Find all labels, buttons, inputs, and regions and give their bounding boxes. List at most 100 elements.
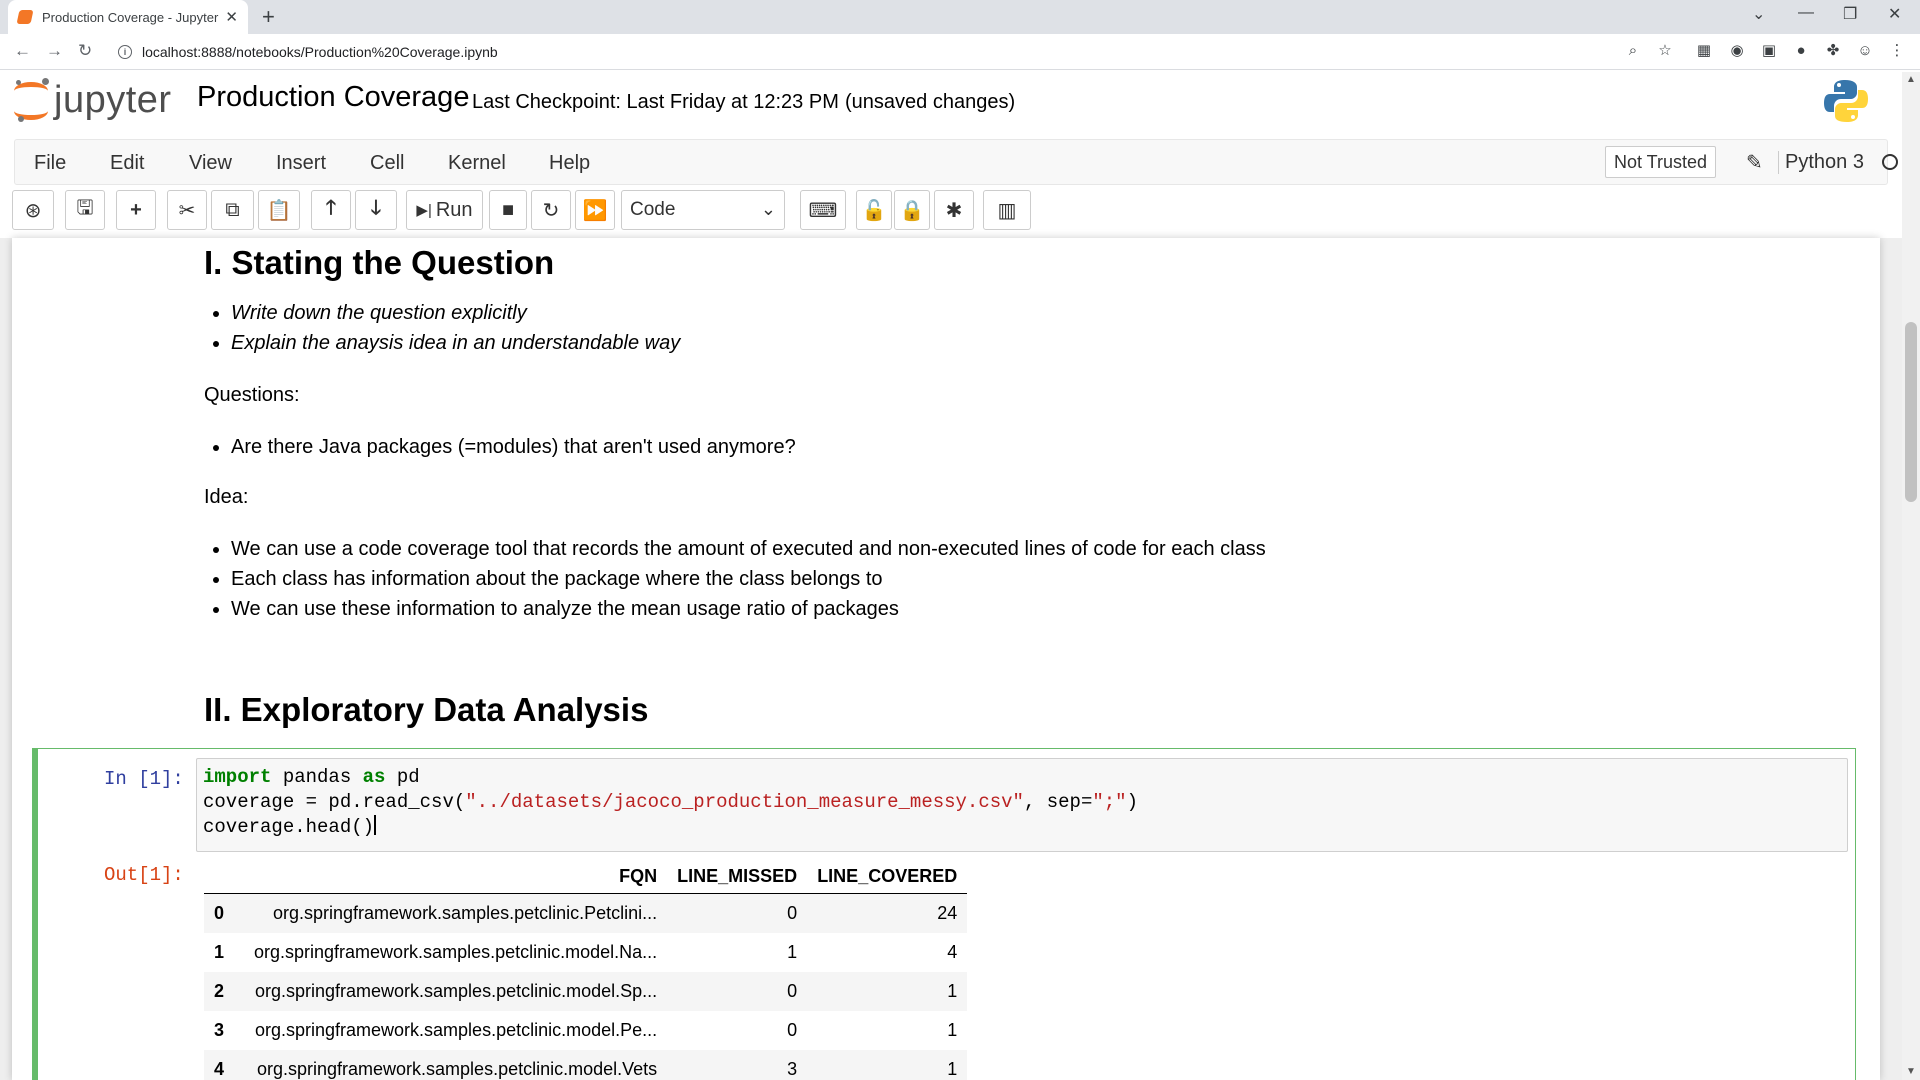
minimize-button[interactable]: — <box>1798 4 1814 22</box>
cell-line-missed: 0 <box>787 902 798 923</box>
scrollbar-thumb[interactable] <box>1905 322 1917 502</box>
cell-line-covered: 1 <box>947 1019 958 1040</box>
questions-label: Questions: <box>204 384 300 406</box>
list-item: We can use these information to analyze … <box>231 594 1266 624</box>
cut-button[interactable]: ✂ <box>167 190 207 230</box>
row-index: 2 <box>214 980 225 1001</box>
clipboard-extension-icon[interactable]: ▣ <box>1760 42 1778 60</box>
interrupt-button[interactable]: ■ <box>489 190 527 230</box>
cell-line-covered: 4 <box>947 941 958 962</box>
menu-view[interactable]: View <box>189 152 232 175</box>
jupyter-favicon-icon <box>16 10 34 24</box>
zoom-icon[interactable]: ⌕ <box>1624 42 1642 60</box>
section-heading-1: I. Stating the Question <box>204 244 555 281</box>
paste-icon: 📋 <box>266 199 292 222</box>
scroll-down-arrow-icon[interactable]: ▼ <box>1906 1066 1916 1077</box>
menu-help[interactable]: Help <box>549 152 590 175</box>
restart-run-all-button[interactable]: ⏩ <box>575 190 615 230</box>
paste-button[interactable]: 📋 <box>258 190 300 230</box>
insert-cell-button[interactable]: + <box>116 190 156 230</box>
jupyter-logo-icon <box>14 78 49 122</box>
run-button[interactable]: ▶| Run <box>406 190 483 230</box>
code-editor[interactable]: import pandas as pd coverage = pd.read_c… <box>196 758 1848 852</box>
goals-list: Write down the question explicitly Expla… <box>223 298 680 358</box>
bookmark-star-icon[interactable]: ☆ <box>1656 42 1674 60</box>
row-index: 1 <box>214 941 225 962</box>
address-bar: ← → ↻ i localhost:8888/notebooks/Product… <box>0 34 1920 70</box>
url-field[interactable]: i localhost:8888/notebooks/Production%20… <box>110 38 1680 66</box>
plus-icon: + <box>130 198 142 221</box>
menu-edit[interactable]: Edit <box>110 152 144 175</box>
chevron-down-icon: ⌄ <box>760 199 776 219</box>
browser-menu-icon[interactable]: ⋮ <box>1888 42 1906 60</box>
profile-avatar-icon[interactable]: ☺ <box>1856 42 1874 60</box>
questions-list: Are there Java packages (=modules) that … <box>223 432 796 462</box>
cell-line-covered: 1 <box>947 1058 958 1079</box>
copy-button[interactable]: ⧉ <box>211 190 254 230</box>
camera-icon[interactable]: ◉ <box>1728 42 1746 60</box>
cell-line-missed: 3 <box>787 1058 798 1079</box>
checkpoint-status: Last Checkpoint: Last Friday at 12:23 PM <box>472 91 839 113</box>
menu-kernel[interactable]: Kernel <box>448 152 506 175</box>
back-icon[interactable]: ← <box>14 41 31 61</box>
forward-icon[interactable]: → <box>46 41 63 61</box>
cell-fqn: org.springframework.samples.petclinic.mo… <box>254 941 658 962</box>
notebook-name[interactable]: Production Coverage <box>197 81 469 114</box>
jupyter-logo-text: jupyter <box>54 78 172 121</box>
menu-file[interactable]: File <box>34 152 66 175</box>
scroll-up-arrow-icon[interactable]: ▲ <box>1906 74 1916 85</box>
arrow-up-icon: 🡑 <box>325 197 337 219</box>
table-header-row: FQN LINE_MISSED LINE_COVERED <box>204 860 968 894</box>
cell-line-missed: 1 <box>787 941 798 962</box>
list-item: Are there Java packages (=modules) that … <box>231 432 796 462</box>
close-window-button[interactable]: ✕ <box>1888 4 1901 24</box>
list-item: Write down the question explicitly <box>231 298 680 328</box>
keyboard-icon: ⌨ <box>808 199 838 222</box>
reload-icon[interactable]: ↻ <box>78 41 92 61</box>
page-scrollbar[interactable]: ▲ ▼ <box>1902 72 1920 1080</box>
dataframe-table: FQN LINE_MISSED LINE_COVERED 0 org.sprin… <box>204 860 968 1080</box>
qr-code-icon[interactable]: ▦ <box>1695 42 1713 60</box>
idea-label: Idea: <box>204 486 249 508</box>
cell-fqn: org.springframework.samples.petclinic.mo… <box>256 1058 658 1079</box>
row-index: 3 <box>214 1019 225 1040</box>
save-button[interactable]: 🖫 <box>65 190 105 230</box>
restart-button[interactable]: ↻ <box>531 190 571 230</box>
new-tab-button[interactable]: + <box>262 4 275 30</box>
menu-insert[interactable]: Insert <box>276 152 326 175</box>
browser-tab[interactable]: Production Coverage - Jupyter N ✕ <box>8 0 248 34</box>
command-palette-button[interactable]: ⊛ <box>12 190 54 230</box>
bar-chart-icon: ▥ <box>997 199 1017 222</box>
input-prompt: In [1]: <box>104 768 184 790</box>
unlock-cells-button[interactable]: 🔓 <box>856 190 892 230</box>
cell-type-select[interactable]: Code ⌄ <box>621 190 785 230</box>
kernel-name[interactable]: Python 3 <box>1778 151 1864 174</box>
chart-button[interactable]: ▥ <box>983 190 1031 230</box>
url-text[interactable]: localhost:8888/notebooks/Production%20Co… <box>142 44 498 60</box>
restore-button[interactable]: ❐ <box>1843 4 1857 24</box>
tab-search-icon[interactable]: ⌄ <box>1752 4 1765 24</box>
autosave-status: (unsaved changes) <box>845 91 1016 113</box>
copy-icon: ⧉ <box>225 198 240 221</box>
save-icon: 🖫 <box>76 197 94 219</box>
column-header-fqn: FQN <box>619 866 658 886</box>
lock-cells-button[interactable]: 🔒 <box>894 190 930 230</box>
asterisk-button[interactable]: ✱ <box>934 190 974 230</box>
cell-line-missed: 0 <box>787 980 798 1001</box>
cell-line-missed: 0 <box>787 1019 798 1040</box>
notebook-container[interactable]: I. Stating the Question Write down the q… <box>12 238 1880 1080</box>
trust-button[interactable]: Not Trusted <box>1605 146 1717 178</box>
extensions-puzzle-icon[interactable]: ✤ <box>1824 42 1842 60</box>
menu-cell[interactable]: Cell <box>370 152 404 175</box>
download-extension-icon[interactable]: ● <box>1792 42 1810 60</box>
move-down-button[interactable]: 🡓 <box>355 190 397 230</box>
restart-icon: ↻ <box>542 199 560 222</box>
jupyter-logo[interactable]: jupyter <box>14 78 172 122</box>
close-tab-icon[interactable]: ✕ <box>225 8 238 26</box>
keyboard-shortcuts-button[interactable]: ⌨ <box>800 190 846 230</box>
section-heading-2: II. Exploratory Data Analysis <box>204 691 649 728</box>
move-up-button[interactable]: 🡑 <box>311 190 351 230</box>
table-row: 2 org.springframework.samples.petclinic.… <box>204 971 968 1011</box>
site-info-icon[interactable]: i <box>118 45 132 59</box>
table-row: 0 org.springframework.samples.petclinic.… <box>204 893 968 933</box>
